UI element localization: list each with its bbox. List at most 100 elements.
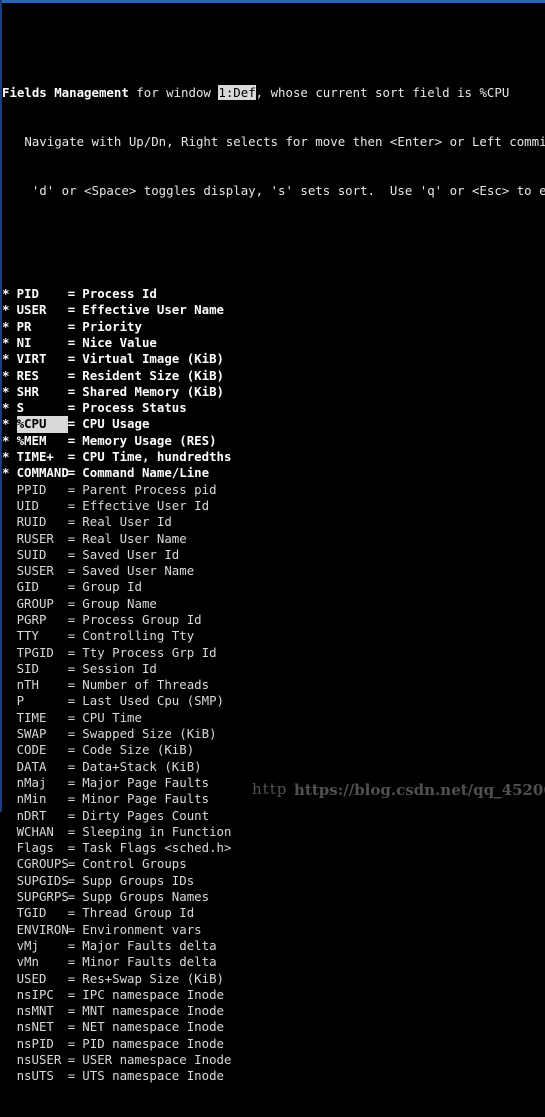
field-row[interactable]: WCHAN = Sleeping in Function (2, 824, 545, 840)
field-name[interactable]: nsPID (17, 1036, 68, 1052)
field-name[interactable]: GROUP (17, 596, 68, 612)
field-name[interactable]: TIME (17, 710, 68, 726)
field-name[interactable]: NI (17, 335, 68, 351)
field-name[interactable]: TTY (17, 628, 68, 644)
field-name[interactable]: nsMNT (17, 1003, 68, 1019)
field-name[interactable]: CGROUPS (17, 856, 69, 872)
field-row[interactable]: * COMMAND= Command Name/Line (2, 465, 545, 481)
terminal-screen[interactable]: Fields Management for window 1:Def, whos… (2, 3, 545, 1083)
field-name[interactable]: SUPGRPS (17, 889, 69, 905)
field-row[interactable]: nsPID = PID namespace Inode (2, 1036, 545, 1052)
field-name[interactable]: Flags (17, 840, 68, 856)
field-row[interactable]: * RES = Resident Size (KiB) (2, 368, 545, 384)
field-name[interactable]: nMaj (17, 775, 68, 791)
field-name[interactable]: USER (17, 302, 68, 318)
field-name[interactable]: SID (17, 661, 68, 677)
field-row[interactable]: nTH = Number of Threads (2, 677, 545, 693)
field-name[interactable]: COMMAND (17, 465, 69, 481)
field-row[interactable]: * PR = Priority (2, 319, 545, 335)
field-name[interactable]: vMn (17, 954, 68, 970)
field-name[interactable]: SUID (17, 547, 68, 563)
field-row[interactable]: UID = Effective User Id (2, 498, 545, 514)
field-row[interactable]: * USER = Effective User Name (2, 302, 545, 318)
field-row[interactable]: SID = Session Id (2, 661, 545, 677)
field-row[interactable]: USED = Res+Swap Size (KiB) (2, 971, 545, 987)
field-name[interactable]: VIRT (17, 351, 68, 367)
field-row[interactable]: DATA = Data+Stack (KiB) (2, 759, 545, 775)
field-name[interactable]: RUSER (17, 531, 68, 547)
field-row[interactable]: SWAP = Swapped Size (KiB) (2, 726, 545, 742)
field-row[interactable]: PPID = Parent Process pid (2, 482, 545, 498)
field-name[interactable]: WCHAN (17, 824, 68, 840)
field-row[interactable]: nMin = Minor Page Faults (2, 791, 545, 807)
current-window-badge[interactable]: 1:Def (218, 85, 256, 101)
field-row[interactable]: nsUSER = USER namespace Inode (2, 1052, 545, 1068)
field-name[interactable]: SWAP (17, 726, 68, 742)
field-name[interactable]: nTH (17, 677, 68, 693)
field-name[interactable]: USED (17, 971, 68, 987)
field-name[interactable]: P (17, 693, 68, 709)
field-row[interactable]: nsIPC = IPC namespace Inode (2, 987, 545, 1003)
field-row[interactable]: SUID = Saved User Id (2, 547, 545, 563)
field-name[interactable]: PGRP (17, 612, 68, 628)
field-row[interactable]: nsNET = NET namespace Inode (2, 1019, 545, 1035)
field-row[interactable]: GROUP = Group Name (2, 596, 545, 612)
field-row[interactable]: TPGID = Tty Process Grp Id (2, 645, 545, 661)
field-name[interactable]: SUPGIDS (17, 873, 69, 889)
field-row[interactable]: nMaj = Major Page Faults (2, 775, 545, 791)
field-name[interactable]: nMin (17, 791, 68, 807)
field-name[interactable]: GID (17, 579, 68, 595)
field-row[interactable]: RUSER = Real User Name (2, 531, 545, 547)
field-row[interactable]: * S = Process Status (2, 400, 545, 416)
field-name[interactable]: TIME+ (17, 449, 68, 465)
field-row[interactable]: P = Last Used Cpu (SMP) (2, 693, 545, 709)
field-row[interactable]: TIME = CPU Time (2, 710, 545, 726)
field-row[interactable]: PGRP = Process Group Id (2, 612, 545, 628)
field-name[interactable]: SUSER (17, 563, 68, 579)
field-name[interactable]: PPID (17, 482, 68, 498)
field-name[interactable]: vMj (17, 938, 68, 954)
field-row[interactable]: GID = Group Id (2, 579, 545, 595)
field-name[interactable]: nsNET (17, 1019, 68, 1035)
field-row[interactable]: * PID = Process Id (2, 286, 545, 302)
field-name[interactable]: nsIPC (17, 987, 68, 1003)
field-name[interactable]: PR (17, 319, 68, 335)
field-row[interactable]: ENVIRON= Environment vars (2, 922, 545, 938)
field-row[interactable]: SUSER = Saved User Name (2, 563, 545, 579)
field-row[interactable]: nsMNT = MNT namespace Inode (2, 1003, 545, 1019)
field-name[interactable]: %MEM (17, 433, 68, 449)
field-row[interactable]: TGID = Thread Group Id (2, 905, 545, 921)
field-row[interactable]: * NI = Nice Value (2, 335, 545, 351)
field-row[interactable]: * %CPU = CPU Usage (2, 416, 545, 433)
field-name[interactable]: nDRT (17, 808, 68, 824)
field-name[interactable]: UID (17, 498, 68, 514)
field-name[interactable]: TPGID (17, 645, 68, 661)
field-row[interactable]: nsUTS = UTS namespace Inode (2, 1068, 545, 1084)
field-name[interactable]: RES (17, 368, 68, 384)
field-name[interactable]: %CPU (16, 416, 68, 433)
field-row[interactable]: * %MEM = Memory Usage (RES) (2, 433, 545, 449)
field-list[interactable]: * PID = Process Id * USER = Effective User Name… (2, 286, 545, 1085)
field-name[interactable]: nsUSER (17, 1052, 68, 1068)
field-row[interactable]: CGROUPS= Control Groups (2, 856, 545, 872)
field-row[interactable]: Flags = Task Flags <sched.h> (2, 840, 545, 856)
field-name[interactable]: RUID (17, 514, 68, 530)
field-name[interactable]: SHR (17, 384, 68, 400)
field-row[interactable]: SUPGRPS= Supp Groups Names (2, 889, 545, 905)
field-row[interactable]: TTY = Controlling Tty (2, 628, 545, 644)
field-row[interactable]: SUPGIDS= Supp Groups IDs (2, 873, 545, 889)
field-row[interactable]: RUID = Real User Id (2, 514, 545, 530)
field-row[interactable]: CODE = Code Size (KiB) (2, 742, 545, 758)
field-row[interactable]: vMn = Minor Faults delta (2, 954, 545, 970)
field-name[interactable]: TGID (17, 905, 68, 921)
field-name[interactable]: CODE (17, 742, 68, 758)
field-name[interactable]: S (17, 400, 68, 416)
field-name[interactable]: PID (17, 286, 68, 302)
field-row[interactable]: * SHR = Shared Memory (KiB) (2, 384, 545, 400)
field-row[interactable]: * TIME+ = CPU Time, hundredths (2, 449, 545, 465)
field-row[interactable]: nDRT = Dirty Pages Count (2, 808, 545, 824)
field-name[interactable]: ENVIRON (17, 922, 69, 938)
field-row[interactable]: * VIRT = Virtual Image (KiB) (2, 351, 545, 367)
field-name[interactable]: nsUTS (17, 1068, 68, 1084)
field-name[interactable]: DATA (17, 759, 68, 775)
